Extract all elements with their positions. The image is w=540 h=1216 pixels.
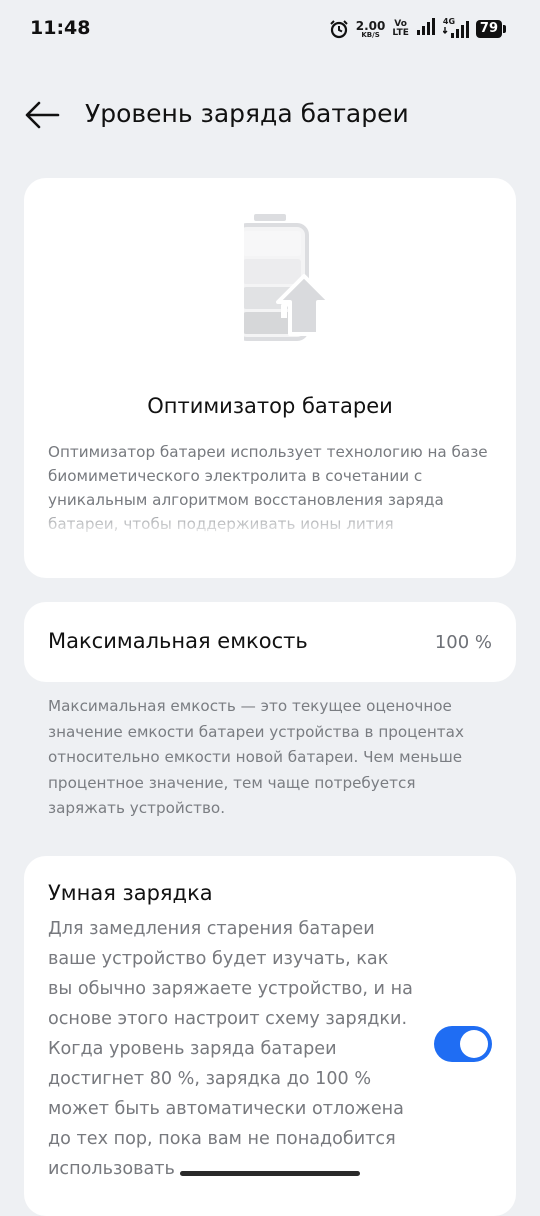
- optimizer-description: Оптимизатор батареи использует технологи…: [48, 443, 488, 533]
- network-speed-value: 2.00: [355, 18, 386, 33]
- optimizer-title: Оптимизатор батареи: [147, 394, 393, 418]
- max-capacity-description: Максимальная емкость — это текущее оцено…: [48, 697, 464, 817]
- signal-4g-icon: 4G: [442, 17, 469, 39]
- page-title: Уровень заряда батареи: [85, 99, 409, 128]
- battery-tip: [503, 25, 506, 33]
- smart-charging-toggle[interactable]: [434, 1026, 492, 1062]
- smart-charging-description: Для замедления старения батареи ваше уст…: [48, 919, 413, 1179]
- volte-indicator: Vo LTE: [392, 20, 409, 38]
- status-time: 11:48: [30, 17, 91, 39]
- network-speed: 2.00 KB/S: [356, 20, 386, 39]
- header: Уровень заряда батареи: [0, 85, 540, 145]
- signal-icon: [416, 18, 436, 40]
- max-capacity-value: 100 %: [434, 632, 492, 653]
- smart-charging-card: Умная зарядка Для замедления старения ба…: [24, 856, 516, 1216]
- back-button[interactable]: [22, 97, 62, 133]
- status-bar: 11:48 2.00 KB/S Vo LTE 4G 79: [0, 0, 540, 60]
- toggle-knob: [460, 1030, 488, 1058]
- max-capacity-label: Максимальная емкость: [48, 629, 308, 653]
- network-speed-unit: KB/S: [361, 30, 380, 39]
- battery-optimizer-illustration: [235, 206, 354, 360]
- battery-optimizer-card[interactable]: Оптимизатор батареи Оптимизатор батареи …: [24, 178, 516, 578]
- alarm-icon: [329, 19, 349, 39]
- battery-status: 79: [475, 20, 506, 38]
- max-capacity-card: Максимальная емкость 100 %: [24, 602, 516, 682]
- home-indicator[interactable]: [180, 1171, 360, 1176]
- volte-bottom: LTE: [392, 28, 409, 38]
- status-icons: 2.00 KB/S Vo LTE 4G 79: [329, 16, 506, 42]
- battery-level: 79: [475, 20, 502, 38]
- smart-charging-title: Умная зарядка: [48, 881, 213, 905]
- arrow-left-icon: [25, 101, 60, 129]
